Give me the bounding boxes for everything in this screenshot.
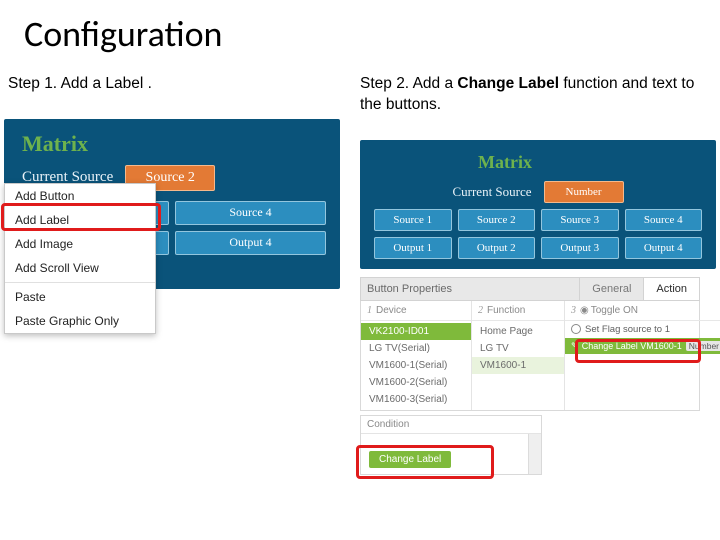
transfer-row[interactable]: ✎ Change Label VM1600-1 Number / In Sour… [565, 338, 720, 354]
ctx-item-add-button[interactable]: Add Button [5, 184, 155, 208]
function-row[interactable]: LG TV [472, 340, 564, 357]
wiz2-title: Function [487, 305, 525, 316]
current-source-label: Current Source [452, 184, 531, 200]
toggle-option[interactable]: Set Flag source to 1 [565, 321, 720, 338]
ctx-item-add-label[interactable]: Add Label [5, 208, 155, 232]
ctx-item-add-scrollview[interactable]: Add Scroll View [5, 256, 155, 280]
tab-action[interactable]: Action [643, 278, 699, 300]
tab-general[interactable]: General [579, 278, 643, 300]
matrix-panel-step2: Matrix Current Source Number Source 1 So… [360, 140, 716, 269]
device-row[interactable]: VK2100-ID01 [361, 323, 471, 340]
output-chip[interactable]: Output 1 [374, 237, 452, 259]
step1-caption: Step 1. Add a Label . [8, 74, 360, 95]
source-chip[interactable]: Source 3 [541, 209, 619, 231]
props-title: Button Properties [361, 283, 579, 295]
source-chip[interactable]: Source 4 [625, 209, 703, 231]
matrix-panel-step1: Matrix Current Source Source 2 Source 3 … [4, 119, 340, 289]
output-chip[interactable]: Output 4 [625, 237, 703, 259]
ctx-item-paste[interactable]: Paste [5, 285, 155, 309]
source-chip[interactable]: Source 2 [458, 209, 536, 231]
pencil-icon: ✎ [571, 341, 578, 350]
ctx-item-paste-graphic[interactable]: Paste Graphic Only [5, 309, 155, 333]
device-row[interactable]: VM1600-1(Serial) [361, 357, 471, 374]
condition-header: Condition [361, 416, 541, 434]
page-title: Configuration [24, 12, 720, 56]
output-chip[interactable]: Output 4 [175, 231, 326, 255]
device-row[interactable]: LG TV(Serial) [361, 340, 471, 357]
output-chip[interactable]: Output 3 [541, 237, 619, 259]
number-chip[interactable]: Number [544, 181, 624, 203]
change-label-button[interactable]: Change Label [369, 451, 451, 468]
output-chip[interactable]: Output 2 [458, 237, 536, 259]
ctx-item-add-image[interactable]: Add Image [5, 232, 155, 256]
function-row[interactable]: Home Page [472, 323, 564, 340]
matrix-title: Matrix [478, 152, 708, 173]
button-properties: Button Properties General Action 1Device… [360, 277, 700, 475]
matrix-title: Matrix [22, 131, 332, 157]
device-row[interactable]: VM1600-3(Serial) [361, 391, 471, 408]
wiz1-title: Device [376, 305, 407, 316]
source-chip[interactable]: Source 4 [175, 201, 326, 225]
step2-caption: Step 2. Add a Change Label function and … [360, 74, 712, 116]
source-chip[interactable]: Source 1 [374, 209, 452, 231]
condition-panel: Condition Change Label [360, 415, 542, 475]
function-row[interactable]: VM1600-1 [472, 357, 564, 374]
transfer-tag: Number [686, 341, 720, 351]
wiz3-title: Toggle ON [591, 305, 638, 316]
scrollbar[interactable] [528, 434, 541, 474]
context-menu[interactable]: Add Button Add Label Add Image Add Scrol… [4, 183, 156, 334]
device-row[interactable]: VM1600-2(Serial) [361, 374, 471, 391]
